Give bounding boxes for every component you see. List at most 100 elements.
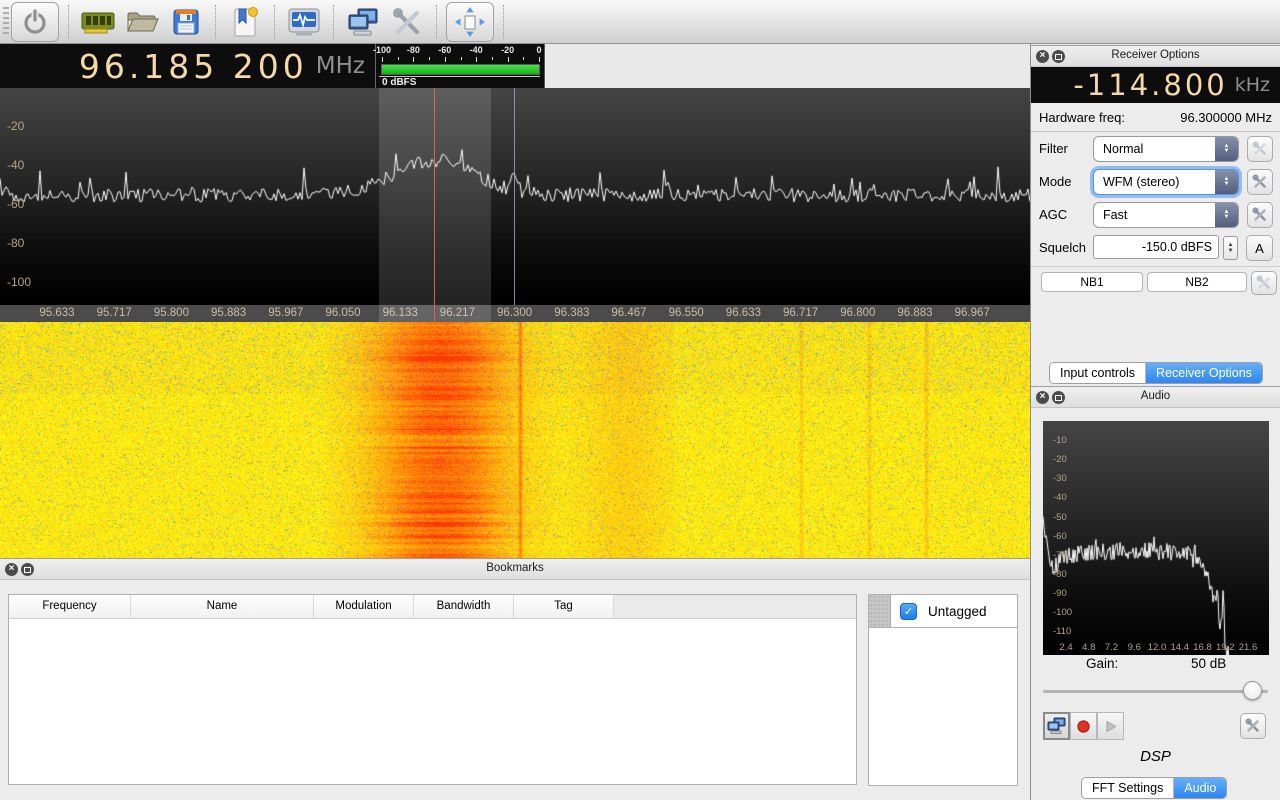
audio-db-label: -80	[1053, 569, 1067, 580]
tab-input-controls[interactable]: Input controls	[1050, 363, 1145, 383]
tab-fft-settings[interactable]: FFT Settings	[1082, 778, 1173, 798]
tools-button[interactable]	[387, 3, 427, 41]
save-file-icon	[170, 6, 202, 38]
receiver-options-header: × Receiver Options	[1031, 45, 1280, 67]
squelch-input[interactable]: -150.0 dBFS	[1093, 235, 1219, 259]
nb2-button[interactable]: NB2	[1147, 272, 1247, 292]
meter-tick	[492, 57, 493, 60]
spectrum-freq-label: 95.717	[97, 307, 132, 319]
dock-tab-bar-2: FFT SettingsAudio	[1081, 777, 1227, 799]
spectrum-freq-label: 95.967	[268, 307, 303, 319]
chevron-up-down-icon: ▲▼	[1215, 203, 1238, 227]
io-devices-button[interactable]	[78, 3, 118, 41]
audio-db-label: -70	[1053, 550, 1067, 561]
tab-receiver-options[interactable]: Receiver Options	[1145, 363, 1262, 383]
spectrum-plot[interactable]: 95.63395.71795.80095.88395.96796.05096.1…	[0, 88, 1030, 322]
save-file-button[interactable]	[166, 3, 206, 41]
remote-control-icon	[345, 5, 381, 39]
audio-fft-plot[interactable]: -10-20-30-40-50-60-70-80-90-100-1102.44.…	[1043, 421, 1269, 655]
meter-tick-label: 0	[536, 45, 541, 55]
chevron-up-down-icon: ▲▼	[1215, 137, 1238, 161]
audio-freq-label: 2.4	[1059, 642, 1072, 653]
open-file-button[interactable]	[122, 3, 162, 41]
audio-play-button[interactable]	[1097, 712, 1124, 740]
power-icon	[20, 7, 50, 37]
frequency-display[interactable]: 96.185 200 MHz	[0, 44, 375, 88]
mode-label: Mode	[1039, 169, 1072, 195]
dsp-label: DSP	[1031, 748, 1280, 765]
power-button[interactable]	[11, 2, 59, 42]
meter-tick-label: -100	[373, 45, 391, 55]
meter-tick-label: -40	[470, 45, 483, 55]
meter-tick	[476, 57, 477, 62]
audio-options-button[interactable]	[1240, 713, 1266, 739]
right-dock: × Receiver Options -114.800 kHz Hardware…	[1030, 44, 1280, 800]
squelch-stepper[interactable]: ▲▼	[1223, 236, 1238, 260]
column-header-name[interactable]: Name	[131, 595, 314, 618]
tag-list[interactable]: ✓ Untagged	[868, 594, 1018, 786]
bookmarks-button[interactable]	[225, 3, 265, 41]
selected-value: Normal	[1103, 137, 1143, 161]
filter-select[interactable]: Normal ▲▼	[1093, 136, 1239, 162]
nb1-button[interactable]: NB1	[1041, 272, 1143, 292]
spectrum-freq-label: 96.800	[840, 307, 875, 319]
audio-db-label: -20	[1053, 454, 1067, 465]
gain-label: Gain:	[1086, 656, 1118, 671]
audio-db-label: -10	[1053, 435, 1067, 446]
mode-select[interactable]: WFM (stereo)▲▼	[1093, 169, 1239, 195]
offset-frequency-unit: kHz	[1235, 74, 1270, 96]
audio-fft-canvas[interactable]	[1043, 421, 1269, 655]
tag-label: Untagged	[928, 604, 987, 619]
toolbar-separator	[274, 5, 275, 39]
audio-udp-stream-button[interactable]	[1043, 712, 1070, 740]
column-header-tag[interactable]: Tag	[514, 595, 614, 618]
toolbar-separator	[68, 5, 69, 39]
audio-db-label: -30	[1053, 473, 1067, 484]
bookmarks-table[interactable]: FrequencyNameModulationBandwidthTag	[8, 594, 857, 785]
bookmarks-header: × Bookmarks	[0, 558, 1030, 580]
toolbar-drag-handle[interactable]	[3, 7, 9, 37]
agc-options-button[interactable]	[1247, 202, 1273, 228]
tab-audio[interactable]: Audio	[1173, 778, 1226, 798]
toolbar-separator	[503, 5, 504, 39]
mode-options-button[interactable]	[1247, 169, 1273, 195]
audio-db-label: -90	[1053, 588, 1067, 599]
receiver-options-title: Receiver Options	[1031, 49, 1280, 61]
dsp-toggle-button[interactable]	[284, 3, 324, 41]
spectrum-canvas[interactable]	[0, 88, 1030, 305]
divider	[1031, 266, 1280, 267]
nb-options-button[interactable]	[1251, 271, 1277, 295]
filter-options-button[interactable]	[1247, 136, 1273, 162]
column-header-bandwidth[interactable]: Bandwidth	[414, 595, 514, 618]
tag-row[interactable]: ✓ Untagged	[869, 595, 1017, 628]
audio-freq-label: 9.6	[1128, 642, 1141, 653]
filter-passband-overlay[interactable]	[379, 88, 491, 322]
meter-tick	[398, 57, 399, 60]
column-header-modulation[interactable]: Modulation	[314, 595, 414, 618]
toolbar-separator	[333, 5, 334, 39]
meter-tick-label: -80	[407, 45, 420, 55]
audio-title: Audio	[1031, 390, 1280, 402]
tag-color-swatch[interactable]	[869, 595, 891, 627]
spectrum-freq-label: 96.633	[726, 307, 761, 319]
squelch-auto-button[interactable]: A	[1246, 235, 1273, 261]
spectrum-freq-label: 96.967	[955, 307, 990, 319]
tuning-line[interactable]	[434, 88, 435, 322]
meter-tick	[539, 57, 540, 62]
meter-tick	[508, 57, 509, 62]
remote-control-button[interactable]	[343, 3, 383, 41]
offset-frequency-display[interactable]: -114.800 kHz	[1031, 67, 1280, 103]
meter-tick-label: -60	[438, 45, 451, 55]
column-header-frequency[interactable]: Frequency	[9, 595, 131, 618]
tag-checkbox[interactable]: ✓	[900, 603, 917, 620]
gain-slider-track[interactable]	[1043, 690, 1268, 693]
agc-select[interactable]: Fast▲▼	[1093, 202, 1239, 228]
waterfall-display[interactable]	[0, 322, 1030, 558]
spectrum-freq-label: 96.717	[783, 307, 818, 319]
spectrum-db-label: -20	[7, 119, 24, 133]
fullscreen-button[interactable]	[446, 2, 494, 42]
tools-icon	[390, 5, 424, 39]
audio-record-button[interactable]	[1070, 712, 1097, 740]
gain-slider-handle[interactable]	[1243, 681, 1262, 700]
gain-value: 50 dB	[1191, 656, 1226, 671]
